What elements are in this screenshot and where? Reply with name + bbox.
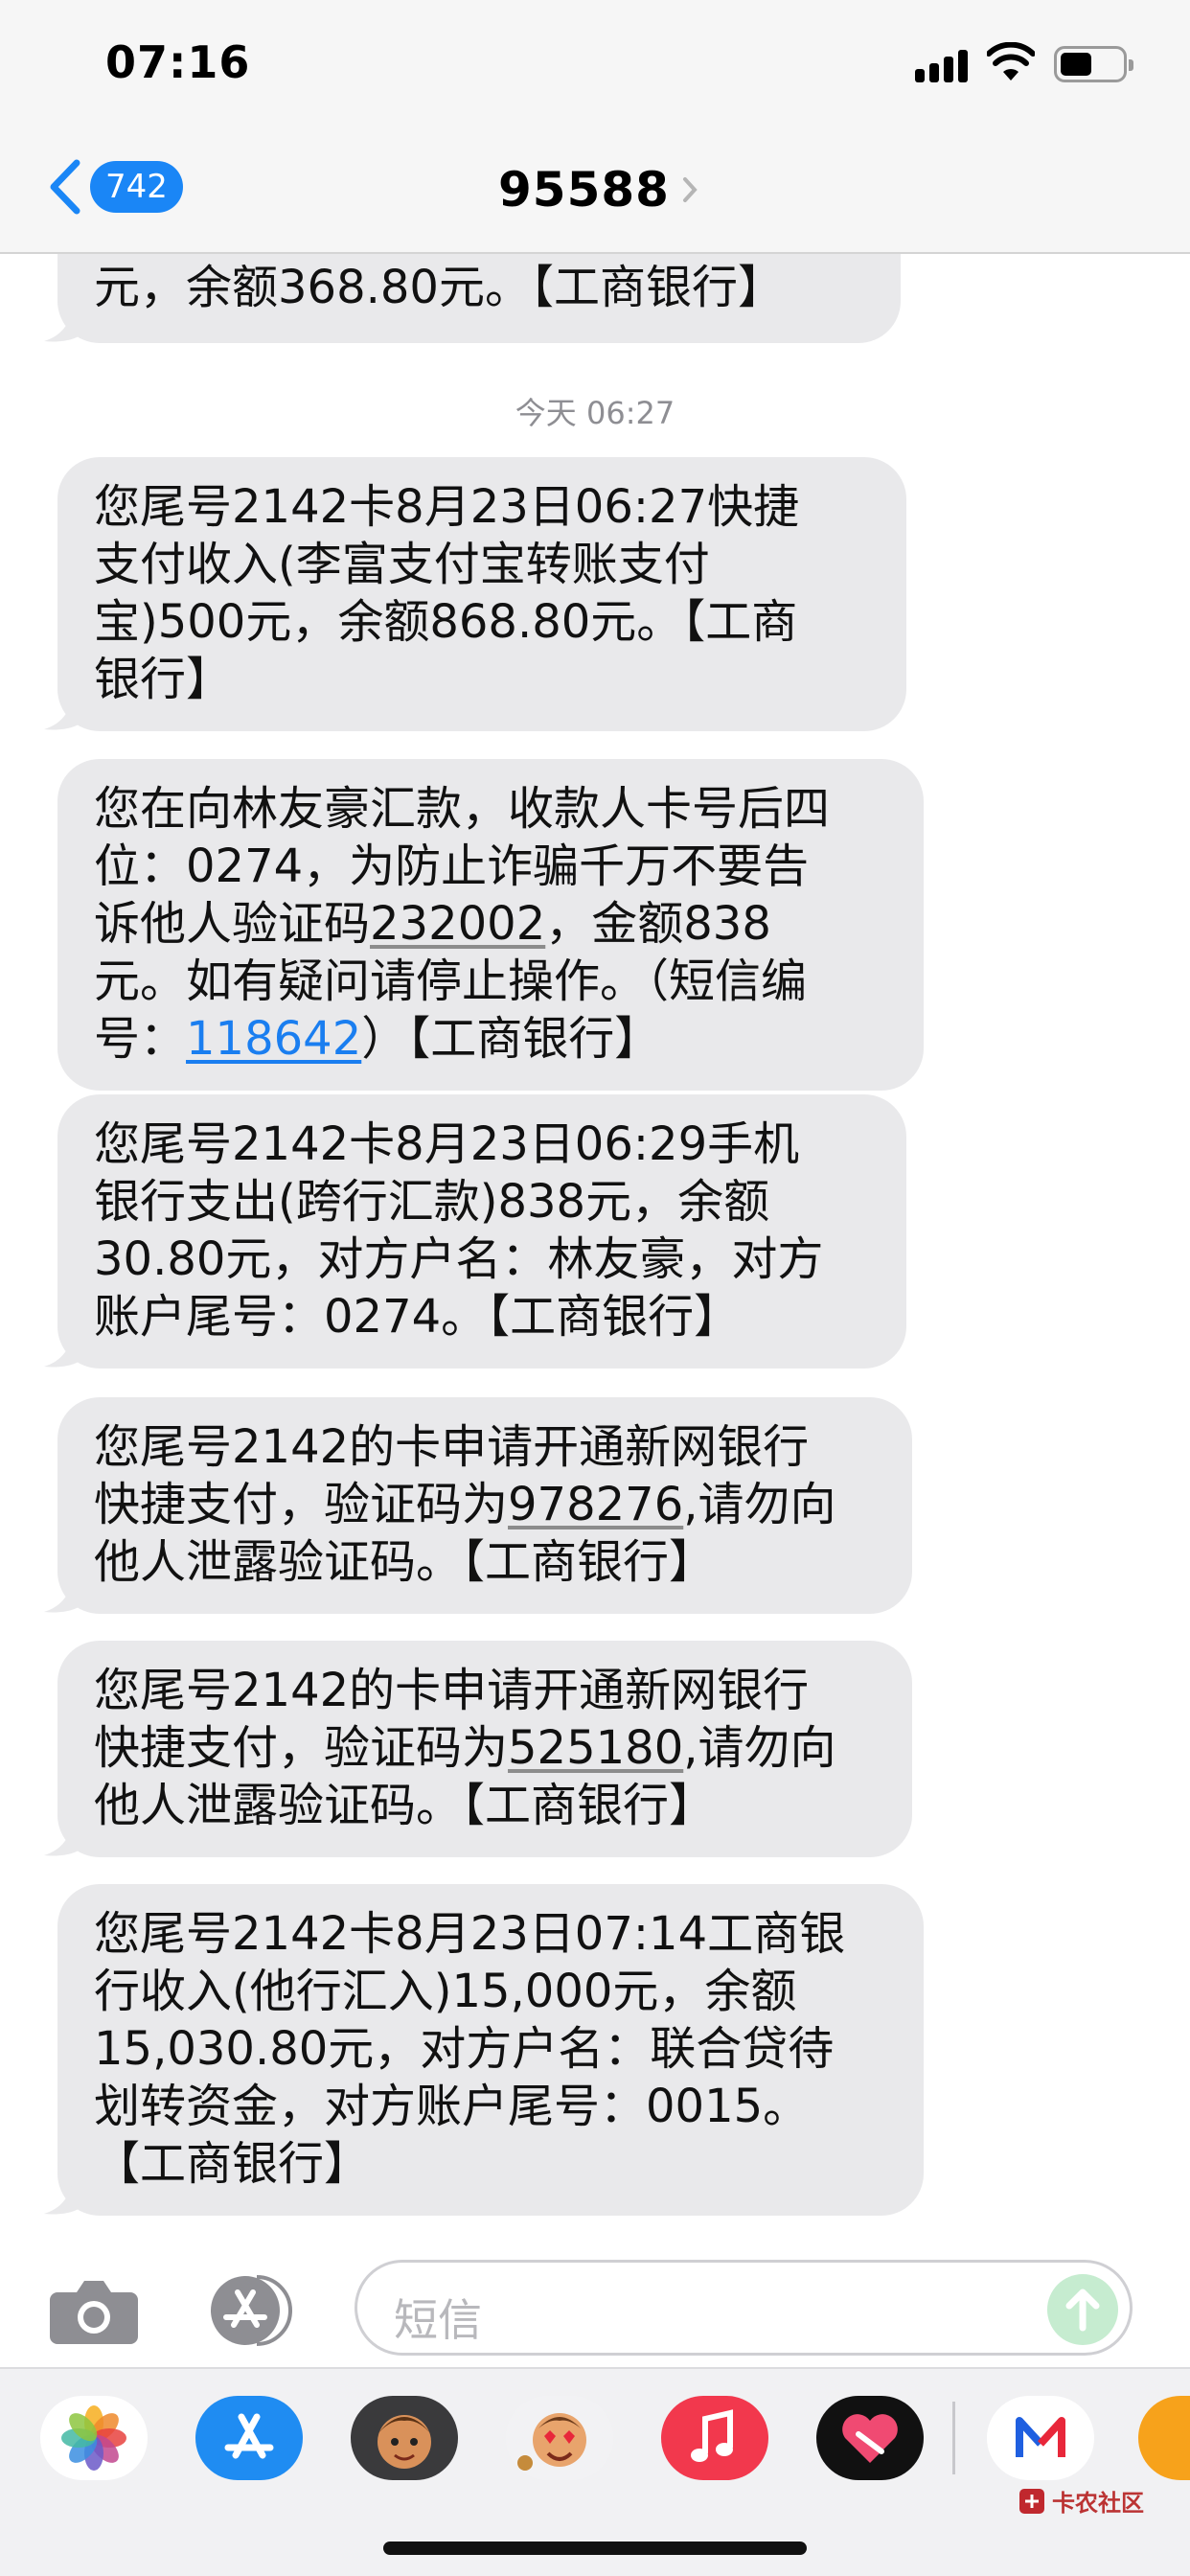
chevron-right-icon bbox=[682, 177, 698, 202]
app-store-icon bbox=[224, 2413, 274, 2459]
message-line: 您尾号2142的卡申请开通新网银行 bbox=[94, 1664, 810, 1717]
heart-app-icon bbox=[842, 2414, 898, 2463]
send-arrow-icon bbox=[1065, 2288, 1100, 2332]
m-app[interactable] bbox=[987, 2396, 1094, 2480]
partial-app[interactable] bbox=[1138, 2396, 1190, 2480]
music-icon bbox=[691, 2409, 733, 2462]
date-separator: 今天 06:27 bbox=[515, 395, 675, 431]
compose-bar: 短信 bbox=[0, 2242, 1190, 2367]
bubble-tail bbox=[44, 1326, 88, 1368]
verification-code[interactable]: 232002 bbox=[370, 897, 545, 951]
message-line: 您尾号2142的卡申请开通新网银行 bbox=[94, 1420, 810, 1474]
unread-count-badge: 742 bbox=[90, 161, 183, 213]
memoji-icon bbox=[517, 2413, 586, 2471]
signal-icon bbox=[915, 48, 969, 82]
message-bubble[interactable]: 您尾号2142卡8月23日06:29手机 银行支出(跨行汇款)838元，余额 3… bbox=[44, 1094, 906, 1368]
message-line: 行收入(他行汇入)15,000元，余额 bbox=[94, 1965, 797, 2018]
message-line: 您尾号2142卡8月23日06:29手机 bbox=[94, 1117, 800, 1171]
message-line: 诉他人验证码232002，金额838 bbox=[94, 897, 771, 951]
message-line: 他人泄露验证码。【工商银行】 bbox=[94, 1535, 716, 1589]
drawer-divider bbox=[952, 2402, 955, 2474]
sms-number-link[interactable]: 118642 bbox=[186, 1012, 361, 1066]
m-app-icon bbox=[1016, 2417, 1065, 2457]
back-chevron-icon bbox=[50, 159, 80, 215]
message-line: 您尾号2142卡8月23日06:27快捷 bbox=[94, 480, 800, 534]
message-bubble[interactable]: 您尾号2142的卡申请开通新网银行 快捷支付，验证码为525180,请勿向 他人… bbox=[44, 1641, 912, 1857]
message-line: 宝)500元，余额868.80元。【工商 bbox=[94, 595, 798, 649]
heart-app[interactable] bbox=[816, 2396, 924, 2480]
message-line: 【工商银行】 bbox=[94, 2137, 371, 2191]
back-button[interactable]: 742 bbox=[46, 153, 190, 220]
message-line: 号：118642）【工商银行】 bbox=[94, 1012, 661, 1066]
bubble-tail bbox=[44, 301, 88, 342]
message-bubble[interactable]: 您尾号2142卡8月23日06:27快捷 支付收入(李富支付宝转账支付 宝)50… bbox=[44, 457, 906, 731]
bubble-tail bbox=[44, 1815, 88, 1856]
navigation-header: 07:16 742 95588 bbox=[0, 0, 1190, 254]
memoji-app[interactable] bbox=[351, 2396, 458, 2480]
message-line: 银行】 bbox=[94, 653, 233, 706]
contact-header[interactable]: 95588 bbox=[498, 158, 698, 221]
message-line: 划转资金，对方账户尾号：0015。 bbox=[94, 2080, 810, 2133]
music-app[interactable] bbox=[661, 2396, 768, 2480]
message-line: 位：0274，为防止诈骗千万不要告 bbox=[94, 840, 810, 893]
memoji-icon bbox=[378, 2415, 431, 2469]
home-indicator[interactable] bbox=[383, 2542, 807, 2555]
message-line: 您尾号2142卡8月23日07:14工商银 bbox=[94, 1907, 846, 1961]
message-line: 15,030.80元，对方户名：联合贷待 bbox=[94, 2022, 835, 2076]
bubble-tail bbox=[44, 1572, 88, 1613]
watermark-logo bbox=[1019, 2488, 1044, 2514]
watermark-text: 卡农社区 bbox=[1052, 2490, 1144, 2517]
message-line: 快捷支付，验证码为978276,请勿向 bbox=[94, 1478, 836, 1531]
photos-app[interactable] bbox=[40, 2396, 148, 2480]
message-line: 元，余额368.80元。【工商银行】 bbox=[94, 261, 784, 314]
watermark: 卡农社区 bbox=[1018, 2484, 1144, 2518]
camera-icon[interactable] bbox=[48, 2277, 140, 2346]
contact-name: 95588 bbox=[498, 162, 670, 218]
memoji-stickers-app[interactable] bbox=[506, 2396, 613, 2480]
message-line: 银行支出(跨行汇款)838元，余额 bbox=[94, 1175, 770, 1229]
message-line: 元。如有疑问请停止操作。（短信编 bbox=[94, 954, 808, 1008]
status-time: 07:16 bbox=[105, 36, 251, 88]
message-input[interactable]: 短信 bbox=[355, 2260, 1133, 2356]
wifi-icon bbox=[987, 42, 1035, 80]
verification-code[interactable]: 525180 bbox=[508, 1721, 683, 1775]
bubble-tail bbox=[44, 2174, 88, 2215]
message-bubble[interactable]: 您在向林友豪汇款，收款人卡号后四 位：0274，为防止诈骗千万不要告 诉他人验证… bbox=[57, 759, 924, 1091]
message-bubble[interactable]: 您尾号2142卡8月23日07:14工商银 行收入(他行汇入)15,000元，余… bbox=[44, 1884, 924, 2216]
app-store-app[interactable] bbox=[195, 2396, 303, 2480]
send-button[interactable] bbox=[1047, 2274, 1118, 2345]
bubble-tail bbox=[44, 689, 88, 730]
message-line: 30.80元，对方户名：林友豪，对方 bbox=[94, 1232, 824, 1286]
verification-code[interactable]: 978276 bbox=[508, 1478, 683, 1531]
message-line: 快捷支付，验证码为525180,请勿向 bbox=[94, 1721, 836, 1775]
message-line: 他人泄露验证码。【工商银行】 bbox=[94, 1779, 716, 1832]
photos-icon bbox=[61, 2405, 126, 2471]
message-line: 支付收入(李富支付宝转账支付 bbox=[94, 538, 710, 591]
message-bubble[interactable]: 您尾号2142的卡申请开通新网银行 快捷支付，验证码为978276,请勿向 他人… bbox=[44, 1397, 912, 1614]
message-input-placeholder: 短信 bbox=[394, 2294, 482, 2346]
message-line: 账户尾号：0274。【工商银行】 bbox=[94, 1290, 741, 1344]
app-drawer: 卡农社区 bbox=[0, 2367, 1190, 2576]
battery-icon bbox=[1054, 46, 1133, 82]
app-store-icon[interactable] bbox=[199, 2273, 303, 2348]
message-line: 您在向林友豪汇款，收款人卡号后四 bbox=[94, 782, 831, 836]
